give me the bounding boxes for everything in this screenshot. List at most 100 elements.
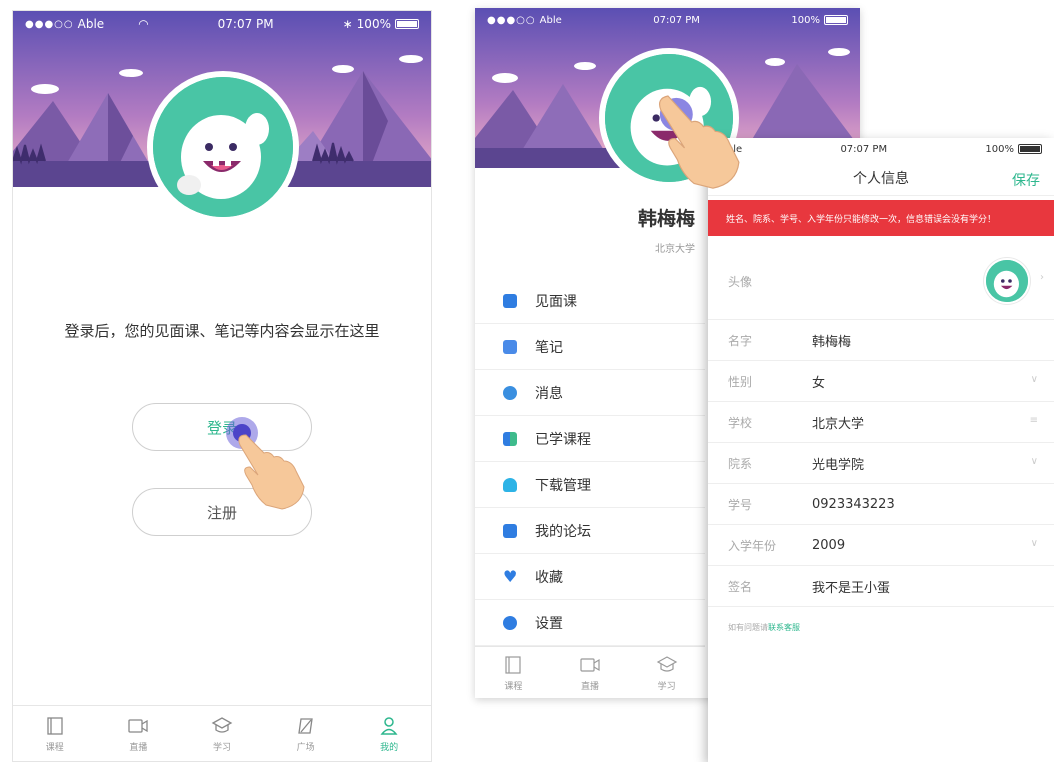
yeti-mascot-icon: [986, 260, 1028, 302]
row-label: 入学年份: [728, 538, 777, 553]
row-label: 签名: [728, 579, 753, 594]
menu-item-label: 我的论坛: [535, 523, 591, 540]
avatar-thumbnail[interactable]: [984, 258, 1030, 304]
battery-icon: [394, 19, 419, 29]
row-label: 学校: [728, 415, 753, 430]
department-select[interactable]: 院系 光电学院 ∨: [708, 443, 1054, 484]
help-footnote: 如有问题请联系客服: [728, 622, 800, 633]
tab-live[interactable]: 直播: [97, 706, 181, 761]
tab-label: 学习: [212, 742, 231, 753]
chevron-down-icon: ∨: [1030, 538, 1038, 549]
menu-item-meeting-class[interactable]: 见面课: [475, 278, 705, 324]
profile-menu: 见面课 笔记 消息 已学课程 下载管理 我的论坛 ♥ 收藏 设置: [475, 278, 705, 646]
menu-item-label: 下载管理: [535, 477, 591, 494]
login-prompt: 登录后，您的见面课、笔记等内容会显示在这里: [64, 322, 380, 340]
tab-label: 广场: [296, 742, 315, 753]
menu-item-downloads[interactable]: 下载管理: [475, 462, 705, 508]
tab-plaza[interactable]: 广场: [264, 706, 348, 761]
row-label: 性别: [728, 374, 753, 389]
carrier-name: Able: [77, 17, 105, 31]
signal-icon: ●●●○○: [487, 14, 536, 26]
tab-label: 直播: [129, 742, 148, 753]
yeti-mascot-icon: [153, 77, 293, 217]
status-bar: ●●●○○ Able ◠ 07:07 PM ∗ 100%: [13, 11, 431, 37]
chevron-right-icon: ›: [1040, 272, 1044, 283]
row-value: 北京大学: [812, 416, 865, 432]
warning-banner: 姓名、院系、学号、入学年份只能修改一次，信息错误会没有学分！: [708, 200, 1054, 236]
battery-percent: 100%: [985, 143, 1014, 155]
chevron-down-icon: ∨: [1030, 456, 1038, 467]
menu-item-label: 笔记: [535, 339, 563, 356]
plaza-icon: [297, 717, 313, 734]
battery-percent: 100%: [791, 14, 820, 26]
row-label: 头像: [728, 275, 753, 289]
live-icon: [128, 718, 149, 733]
save-button[interactable]: 保存: [1012, 170, 1040, 190]
logged-out-profile-screen: ●●●○○ Able ◠ 07:07 PM ∗ 100% 登录后，您的见面课、笔…: [12, 10, 432, 762]
status-bar: ●●●○○ Able 07:07 PM 100%: [475, 8, 860, 32]
signature-field[interactable]: 签名 我不是王小蛋: [708, 566, 1054, 607]
me-icon: [380, 716, 398, 735]
row-label: 院系: [728, 456, 753, 471]
chat-bubble-icon: [503, 523, 517, 538]
menu-item-label: 收藏: [535, 569, 563, 586]
avatar-row[interactable]: 头像 ›: [708, 244, 1054, 320]
page-title: 个人信息: [853, 170, 909, 187]
tab-study[interactable]: 学习: [180, 706, 264, 761]
user-school: 北京大学: [655, 244, 695, 255]
cloud-download-icon: [503, 477, 517, 492]
course-icon: [505, 655, 521, 674]
enrollment-year-select[interactable]: 入学年份 2009 ∨: [708, 525, 1054, 566]
tab-course[interactable]: 课程: [475, 647, 552, 698]
live-icon: [580, 657, 600, 672]
row-label: 名字: [728, 333, 753, 348]
tab-label: 直播: [581, 681, 600, 692]
gear-icon: [503, 615, 517, 630]
bottom-tab-bar: 课程 直播 学习: [475, 646, 705, 698]
tab-label: 我的: [380, 742, 399, 753]
menu-item-settings[interactable]: 设置: [475, 600, 705, 646]
menu-item-forum[interactable]: 我的论坛: [475, 508, 705, 554]
bar-chart-icon: [503, 431, 517, 446]
message-icon: [503, 385, 517, 400]
gender-select[interactable]: 性别 女 ∨: [708, 361, 1054, 402]
personal-info-screen: Able 07:07 PM 100% 个人信息 保存 姓名、院系、学号、入学年份…: [708, 138, 1054, 762]
tab-label: 课程: [504, 681, 523, 692]
clock: 07:07 PM: [840, 143, 888, 155]
tap-hand-icon: [658, 95, 740, 189]
user-name: 韩梅梅: [637, 208, 695, 230]
menu-item-label: 见面课: [535, 293, 577, 310]
signal-icon: ●●●○○: [25, 18, 74, 30]
menu-item-label: 已学课程: [535, 431, 591, 448]
row-value: 韩梅梅: [812, 334, 852, 350]
school-field[interactable]: 学校 北京大学 ≡: [708, 402, 1054, 443]
tab-label: 学习: [657, 681, 676, 692]
menu-item-favorites[interactable]: ♥ 收藏: [475, 554, 705, 600]
list-icon: ≡: [1029, 415, 1038, 426]
tab-study[interactable]: 学习: [628, 647, 705, 698]
menu-item-label: 消息: [535, 385, 563, 402]
notebook-icon: [503, 339, 517, 354]
carrier-name: Able: [539, 14, 562, 26]
bottom-tab-bar: 课程 直播 学习 广场 我的: [13, 705, 431, 761]
tab-live[interactable]: 直播: [552, 647, 629, 698]
menu-item-notes[interactable]: 笔记: [475, 324, 705, 370]
student-id-field[interactable]: 学号 0923343223: [708, 484, 1054, 525]
clock: 07:07 PM: [653, 14, 700, 26]
tab-course[interactable]: 课程: [13, 706, 97, 761]
name-field[interactable]: 名字 韩梅梅: [708, 320, 1054, 361]
tab-label: 课程: [45, 742, 64, 753]
row-value: 我不是王小蛋: [812, 580, 891, 596]
tab-me[interactable]: 我的: [347, 706, 431, 761]
info-form: 头像 › 名字 韩梅梅 性别 女 ∨ 学校 北京大学 ≡ 院系 光电学院 ∨ 学…: [708, 244, 1054, 607]
contact-support-link[interactable]: 联系客服: [768, 623, 800, 632]
row-value: 0923343223: [812, 496, 895, 512]
clock: 07:07 PM: [217, 17, 274, 31]
menu-item-learned-courses[interactable]: 已学课程: [475, 416, 705, 462]
study-icon: [656, 655, 677, 672]
battery-percent: 100%: [356, 17, 391, 31]
mascot-avatar[interactable]: [147, 71, 299, 223]
bluetooth-icon: ∗: [342, 17, 353, 31]
menu-item-messages[interactable]: 消息: [475, 370, 705, 416]
wifi-icon: ◠: [138, 17, 149, 31]
